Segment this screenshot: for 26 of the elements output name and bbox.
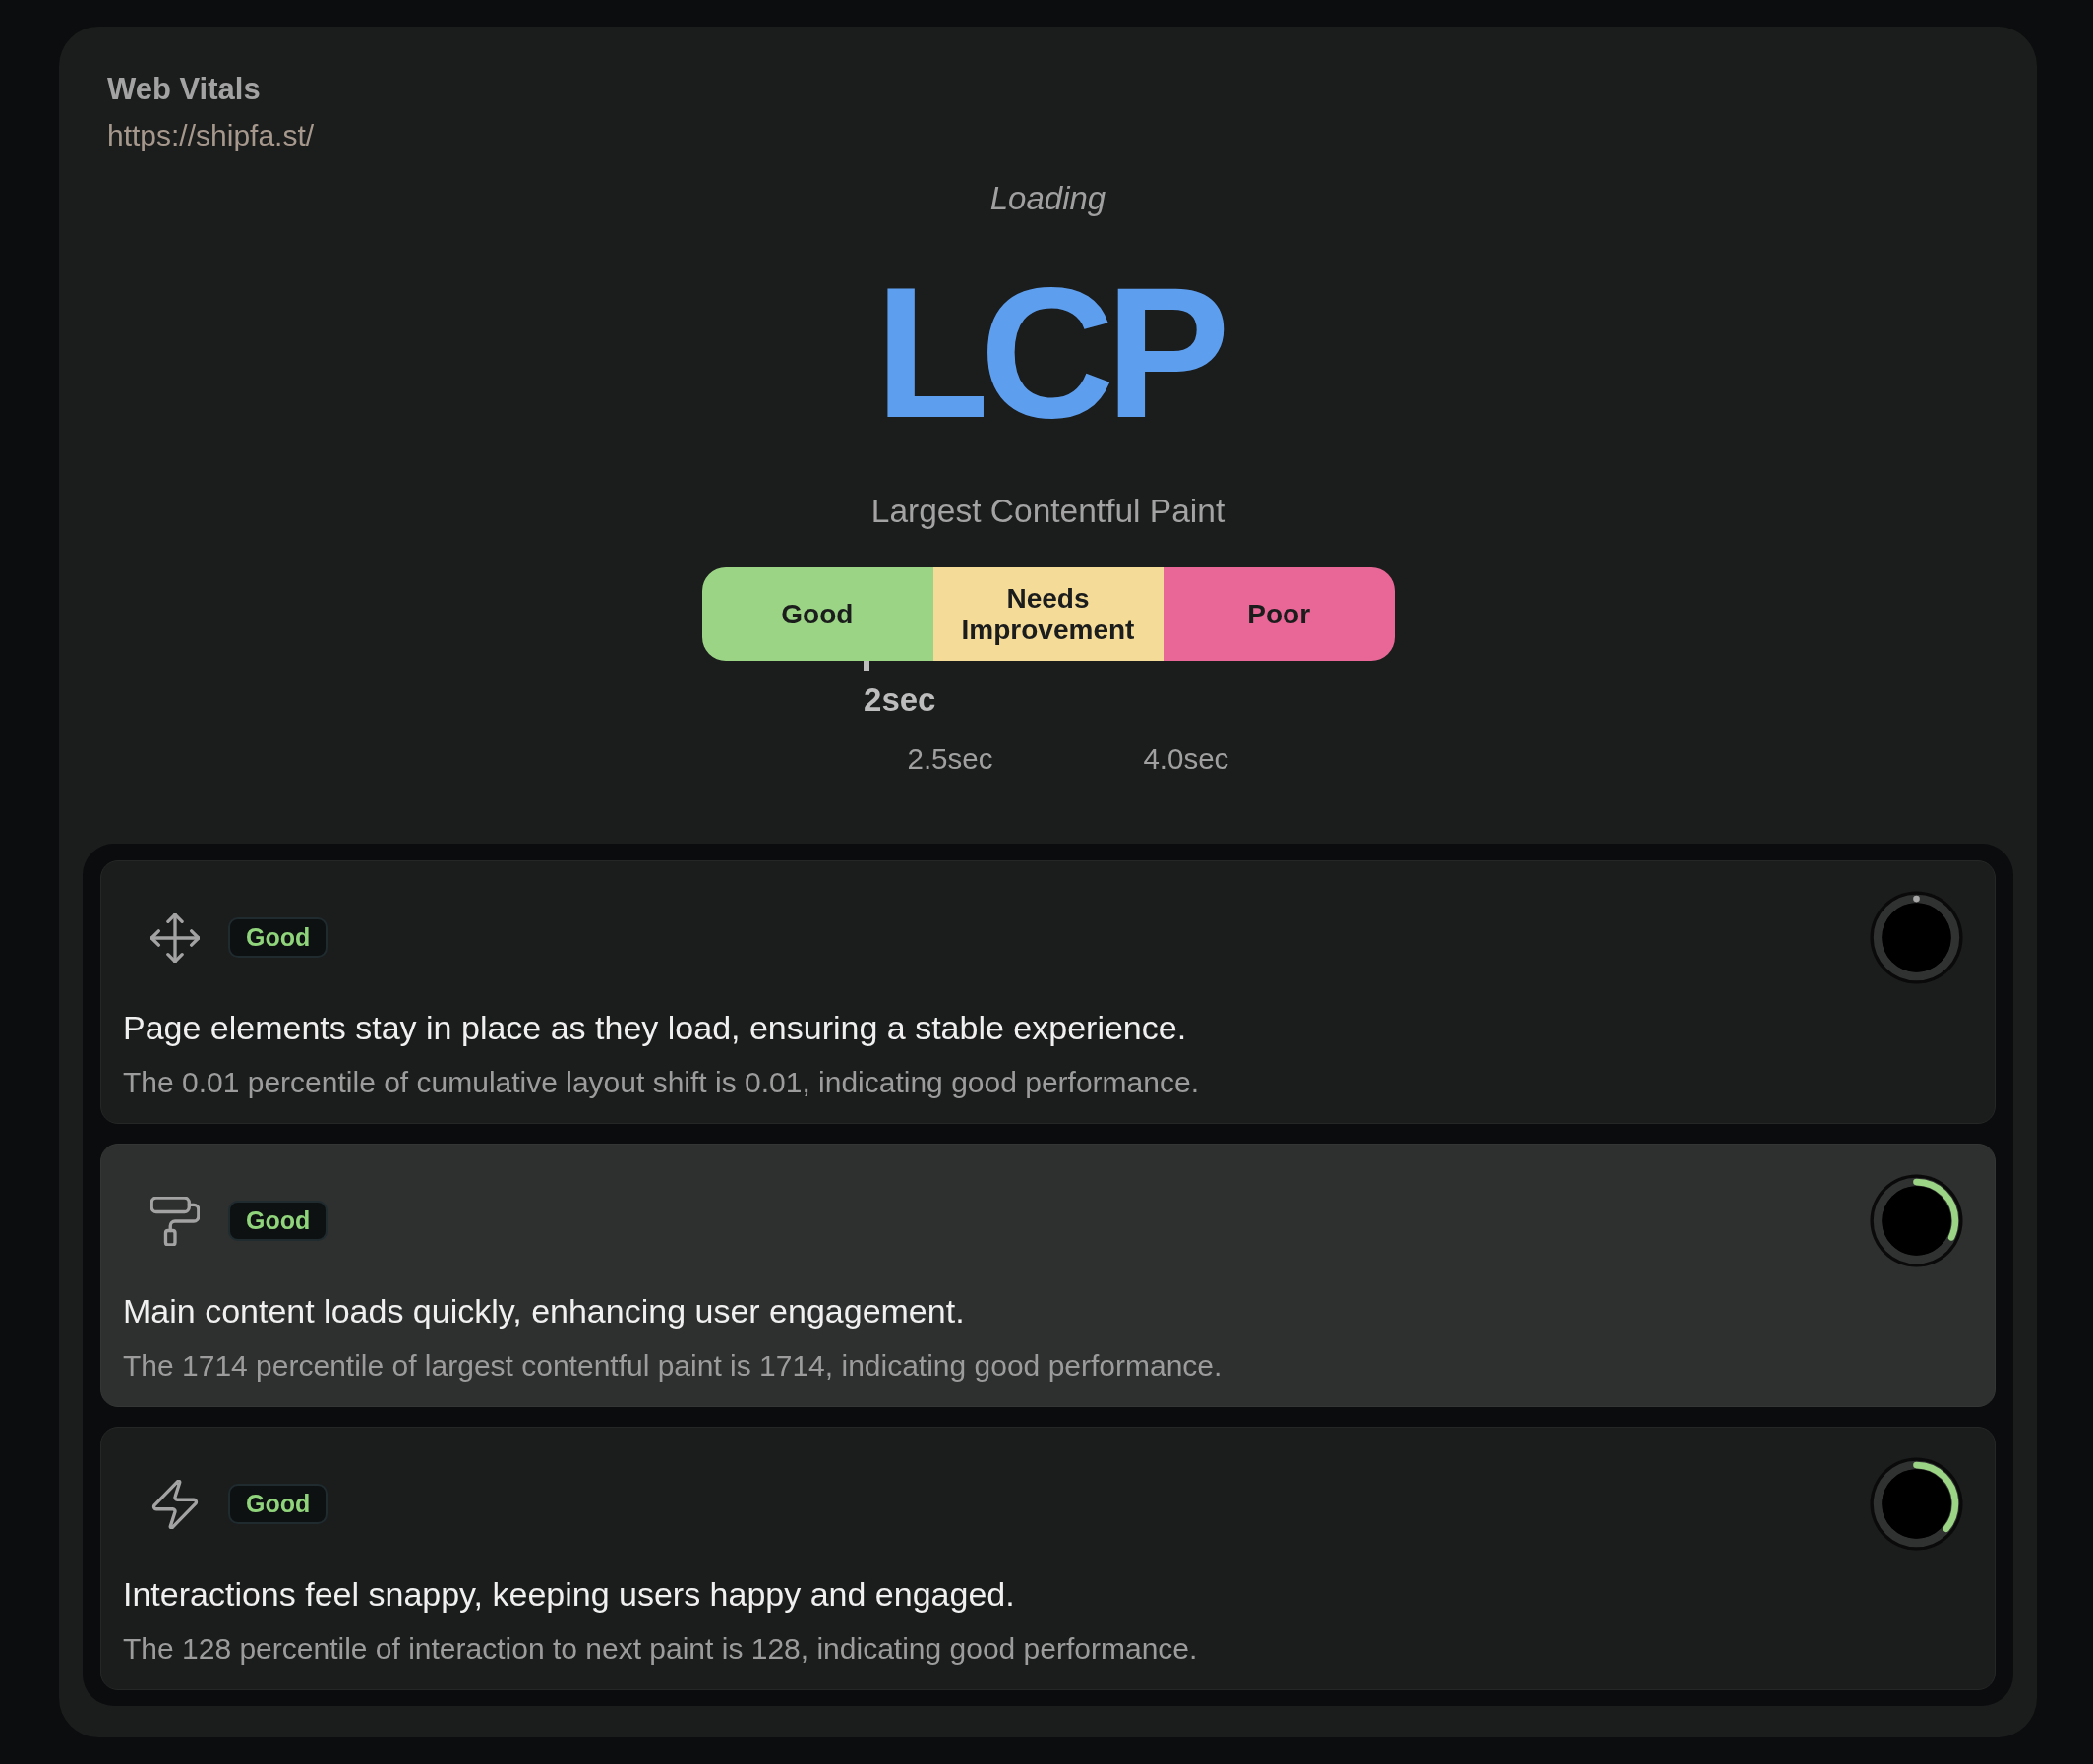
card-title: Interactions feel snappy, keeping users happy and engaged. [123, 1574, 1015, 1614]
card-title: Main content loads quickly, enhancing user engagement. [123, 1291, 965, 1330]
category-label: Loading [989, 179, 1106, 218]
metric-abbreviation: LCP [874, 259, 1222, 445]
lightning-bolt-icon [150, 1479, 200, 1529]
threshold-label: 4.0sec [1143, 741, 1229, 777]
metric-name: Largest Contentful Paint [870, 492, 1226, 531]
card-description: The 0.01 percentile of cumulative layout shift is 0.01, indicating good performance. [123, 1065, 1199, 1100]
rating-label: Good [781, 598, 854, 630]
metric-card[interactable]: Good Interactions feel snappy, keeping users happy and engaged. The 128 percentile of interaction to next paint is 128, indicating good performance. [100, 1427, 1996, 1690]
value-label: 2sec [864, 681, 936, 719]
metric-card[interactable]: Good Page elements stay in place as they load, ensuring a stable experience. The 0.01 percentile of cumulative layout shift is 0.01, indicating good performance. [100, 860, 1996, 1124]
rating-label: Needs Improvement [960, 582, 1136, 646]
app-title: Web Vitals [107, 71, 261, 108]
card-title: Page elements stay in place as they load, ensuring a stable experience. [123, 1008, 1187, 1047]
card-description: The 128 percentile of interaction to next paint is 128, indicating good performance. [123, 1631, 1198, 1667]
metric-card[interactable]: Good Main content loads quickly, enhancing user engagement. The 1714 percentile of largest contentful paint is 1714, indicating good performance. [100, 1144, 1996, 1407]
status-badge: Good [228, 917, 329, 958]
four-arrows-icon [150, 912, 200, 963]
threshold-label: 2.5sec [907, 741, 993, 777]
rating-label: Poor [1247, 598, 1311, 630]
site-url[interactable]: https://shipfa.st/ [107, 118, 315, 153]
card-description: The 1714 percentile of largest contentful paint is 1714, indicating good performance. [123, 1348, 1223, 1383]
paint-roller-icon [150, 1196, 200, 1246]
status-badge: Good [228, 1201, 329, 1241]
status-badge: Good [228, 1484, 329, 1524]
